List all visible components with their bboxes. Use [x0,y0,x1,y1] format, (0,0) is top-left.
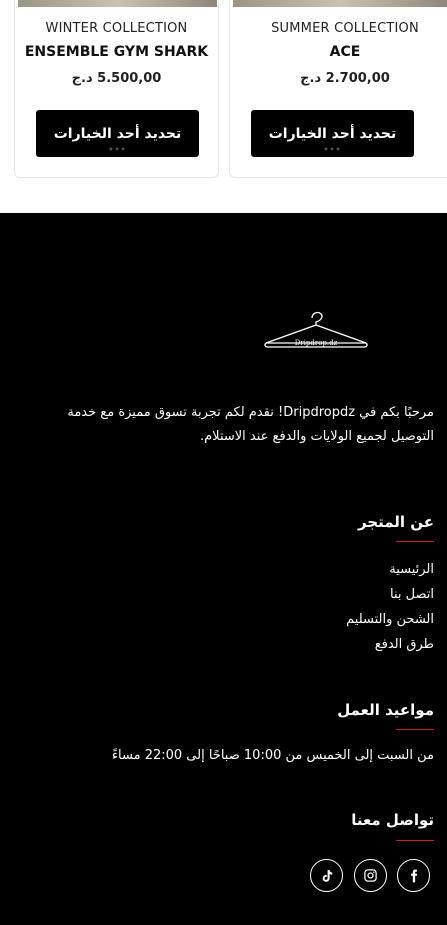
footer-link-payment[interactable]: طرق الدفع [375,637,434,652]
select-options-label: تحديد أحد الخيارات [268,125,397,142]
product-collection: SUMMER COLLECTION [271,21,419,36]
hours-text: من السبت إلى الخميس من 10:00 صباحًا إلى … [111,748,434,763]
product-card[interactable]: SUMMER COLLECTION ACE 2.700,00 د.ج تحديد… [229,0,447,178]
loading-dots-icon: ••• [323,145,342,154]
select-options-button[interactable]: تحديد أحد الخيارات ••• [36,110,199,157]
product-price: 5.500,00 د.ج [71,71,162,86]
product-collection: WINTER COLLECTION [45,21,188,36]
site-footer: Dripdrop.dz مرحبًا بكم في Dripdropdz! نق… [0,213,447,925]
instagram-icon[interactable] [354,859,387,892]
about-text: مرحبًا بكم في Dripdropdz! نقدم لكم تجربة… [67,405,434,444]
footer-link-shipping[interactable]: الشحن والتسليم [346,612,434,627]
product-price: 2.700,00 د.ج [300,71,390,86]
heading-underline [396,541,434,542]
product-image[interactable] [18,0,217,7]
product-title[interactable]: ACE [230,44,447,60]
product-title[interactable]: ENSEMBLE GYM SHARK [15,44,218,60]
heading-underline [396,840,434,841]
store-heading: عن المتجر [357,513,434,531]
facebook-icon[interactable] [397,859,430,892]
logo-text: Dripdrop.dz [295,339,338,347]
select-options-button[interactable]: تحديد أحد الخيارات ••• [251,110,414,157]
hours-heading: مواعيد العمل [337,701,434,719]
product-grid: WINTER COLLECTION ENSEMBLE GYM SHARK 5.5… [0,0,447,213]
footer-link-contact[interactable]: اتصل بنا [390,587,434,602]
select-options-label: تحديد أحد الخيارات [53,125,182,142]
product-image[interactable] [233,0,447,7]
heading-underline [396,729,434,730]
tiktok-icon[interactable] [310,859,343,892]
hanger-logo[interactable]: Dripdrop.dz [262,310,370,352]
loading-dots-icon: ••• [108,145,127,154]
contact-heading: تواصل معنا [351,811,434,829]
footer-link-home[interactable]: الرئيسية [389,562,434,577]
product-card[interactable]: WINTER COLLECTION ENSEMBLE GYM SHARK 5.5… [14,0,219,178]
